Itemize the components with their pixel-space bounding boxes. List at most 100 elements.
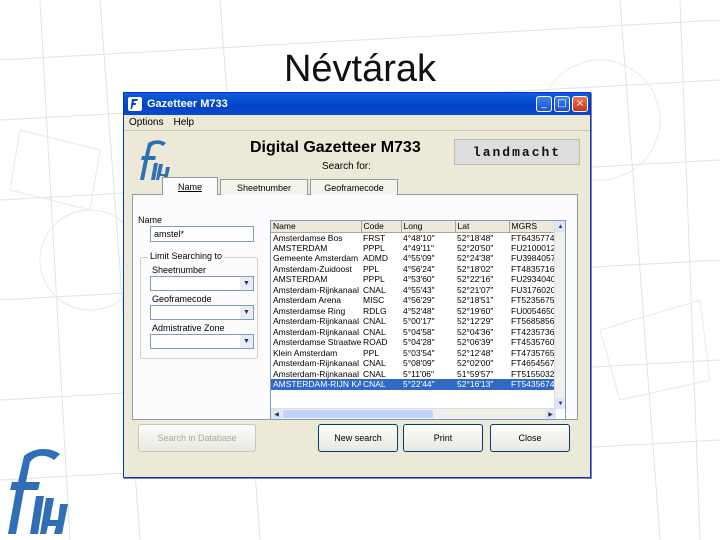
- cell-long: 4°55'09": [403, 253, 435, 264]
- maximize-button[interactable]: □: [554, 96, 570, 112]
- cell-lat: 52°20'50": [457, 242, 494, 253]
- minimize-button[interactable]: _: [536, 96, 552, 112]
- cell-name: Amsterdamse Straatweg: [273, 337, 361, 348]
- cell-long: 4°49'11": [403, 242, 435, 253]
- cell-lat: 52°22'16": [457, 274, 494, 285]
- cell-long: 5°22'44": [401, 379, 455, 390]
- table-row[interactable]: Amsterdam-Rijnkanaal CNAL 5°04'58" 52°04'36…: [271, 327, 555, 338]
- chevron-down-icon: ▼: [240, 277, 253, 290]
- app-icon: [128, 97, 142, 111]
- cell-name: AMSTERDAM-RIJN KAN: [271, 379, 361, 390]
- table-row[interactable]: Klein Amsterdam PPL 5°03'54" 52°12'48" FT473…: [271, 348, 555, 359]
- cell-code: CNAL: [363, 284, 386, 295]
- cell-long: 5°00'17": [403, 316, 435, 327]
- vertical-scrollbar[interactable]: ▲ ▼: [554, 221, 565, 409]
- tab-sheetnumber[interactable]: Sheetnumber: [220, 179, 308, 195]
- menu-options[interactable]: Options: [129, 117, 163, 128]
- cell-lat: 52°02'00": [457, 358, 494, 369]
- cell-lat: 51°59'57": [457, 368, 494, 379]
- table-row[interactable]: Amsterdam-Zuidoost PPL 4°56'24" 52°18'02" FT…: [271, 264, 555, 275]
- cell-code: MISC: [363, 295, 385, 306]
- table-row[interactable]: Amsterdamse Ring RDLG 4°52'48" 52°19'60" FU0…: [271, 306, 555, 317]
- table-row[interactable]: Amsterdam-Rijnkanaal CNAL 5°00'17" 52°12'29…: [271, 316, 555, 327]
- menu-help[interactable]: Help: [173, 117, 194, 128]
- scroll-left-icon[interactable]: ◀: [271, 409, 282, 419]
- scroll-right-icon[interactable]: ▶: [545, 409, 556, 419]
- cell-mgrs: FU2934040: [511, 274, 555, 285]
- column-header-mgrs[interactable]: MGRS: [509, 221, 556, 233]
- cell-name: AMSTERDAM: [273, 274, 328, 285]
- cell-code: CNAL: [363, 316, 386, 327]
- title-bar[interactable]: Gazetteer M733 _ □ ×: [124, 93, 590, 115]
- cell-lat: 52°06'39": [457, 337, 494, 348]
- cell-code: CNAL: [363, 358, 386, 369]
- table-row[interactable]: AMSTERDAM-RIJN KAN CNAL 5°22'44" 52°16'13" F…: [271, 379, 555, 390]
- sheetnumber-select[interactable]: ▼: [150, 276, 254, 291]
- search-tabs: Name Sheetnumber Geoframecode: [162, 177, 400, 195]
- cell-long: 4°52'48": [403, 305, 435, 316]
- column-header-name[interactable]: Name: [271, 221, 362, 233]
- cell-code: CNAL: [363, 368, 386, 379]
- new-search-button[interactable]: New search: [318, 424, 398, 452]
- close-button[interactable]: Close: [490, 424, 570, 452]
- close-window-button[interactable]: ×: [572, 96, 588, 112]
- table-row[interactable]: Amsterdam-Rijnkanaal CNAL 4°55'43" 52°21'07…: [271, 285, 555, 296]
- fdh-logo: [8, 449, 68, 534]
- column-header-lat[interactable]: Lat: [455, 221, 510, 233]
- cell-code: PPPL: [363, 242, 385, 253]
- cell-lat: 52°24'38": [457, 253, 494, 264]
- cell-lat: 52°18'02": [457, 263, 494, 274]
- cell-mgrs: FT5155032: [511, 368, 555, 379]
- table-row[interactable]: Amsterdam-Rijnkanaal CNAL 5°08'09" 52°02'00…: [271, 358, 555, 369]
- results-table[interactable]: Name Code Long Lat MGRS Amsterdamse Bos F…: [270, 220, 566, 420]
- cell-lat: 52°18'48": [457, 232, 494, 243]
- cell-mgrs: FU2100012: [511, 242, 555, 253]
- search-database-button[interactable]: Search in Database: [138, 424, 256, 452]
- cell-lat: 52°19'60": [457, 305, 494, 316]
- cell-name: Gemeente Amsterdam: [273, 253, 359, 264]
- print-button[interactable]: Print: [403, 424, 483, 452]
- table-row[interactable]: Amsterdamse Straatweg ROAD 5°04'28" 52°06'3…: [271, 337, 555, 348]
- app-heading: Digital Gazetteer M733: [250, 139, 421, 156]
- table-row[interactable]: Amsterdamse Bos FRST 4°48'10" 52°18'48" FT64…: [271, 232, 555, 243]
- cell-code: RDLG: [363, 305, 387, 316]
- cell-long: 4°53'60": [403, 274, 435, 285]
- cell-mgrs: FT5235675: [511, 295, 555, 306]
- cell-name: Klein Amsterdam: [273, 347, 338, 358]
- cell-long: 5°08'09": [403, 358, 435, 369]
- maximize-icon: □: [557, 98, 567, 109]
- landmacht-logo: landmacht: [454, 139, 580, 165]
- scroll-thumb[interactable]: [283, 410, 433, 418]
- scroll-up-icon[interactable]: ▲: [555, 221, 565, 232]
- cell-mgrs: FT4535760: [511, 337, 555, 348]
- horizontal-scrollbar[interactable]: ◀ ▶: [271, 408, 556, 419]
- table-row[interactable]: Gemeente Amsterdam ADMD 4°55'09" 52°24'38" F…: [271, 253, 555, 264]
- cell-mgrs: FT4654567: [511, 358, 555, 369]
- admin-zone-label: Admistrative Zone: [152, 323, 225, 333]
- cell-long: 4°56'24": [403, 263, 435, 274]
- table-row[interactable]: Amsterdam Arena MISC 4°56'29" 52°18'51" FT52…: [271, 295, 555, 306]
- table-row[interactable]: Amsterdam-Rijnkanaal CNAL 5°11'06" 51°59'57…: [271, 369, 555, 380]
- admin-zone-select[interactable]: ▼: [150, 334, 254, 349]
- cell-code: CNAL: [363, 326, 386, 337]
- cell-long: 5°11'06": [403, 368, 435, 379]
- cell-name: Amsterdam-Rijnkanaal: [273, 358, 359, 369]
- window-title: Gazetteer M733: [147, 98, 228, 110]
- cell-long: 4°56'29": [403, 295, 435, 306]
- name-input[interactable]: [150, 226, 254, 242]
- scroll-down-icon[interactable]: ▼: [555, 398, 565, 409]
- cell-lat: 52°16'13": [455, 379, 509, 390]
- geoframecode-select[interactable]: ▼: [150, 305, 254, 320]
- tab-name[interactable]: Name: [162, 177, 218, 195]
- tab-geoframecode[interactable]: Geoframecode: [310, 179, 398, 195]
- cell-code: FRST: [363, 232, 386, 243]
- table-row[interactable]: AMSTERDAM PPPL 4°53'60" 52°22'16" FU2934040: [271, 274, 555, 285]
- table-row[interactable]: AMSTERDAM PPPL 4°49'11" 52°20'50" FU2100012: [271, 243, 555, 254]
- results-body: Amsterdamse Bos FRST 4°48'10" 52°18'48" FT64…: [271, 232, 555, 390]
- cell-long: 5°04'58": [403, 326, 435, 337]
- column-header-code[interactable]: Code: [361, 221, 402, 233]
- cell-name: AMSTERDAM: [273, 242, 328, 253]
- column-header-long[interactable]: Long: [401, 221, 456, 233]
- name-label: Name: [138, 215, 163, 225]
- table-header: Name Code Long Lat MGRS: [271, 221, 556, 233]
